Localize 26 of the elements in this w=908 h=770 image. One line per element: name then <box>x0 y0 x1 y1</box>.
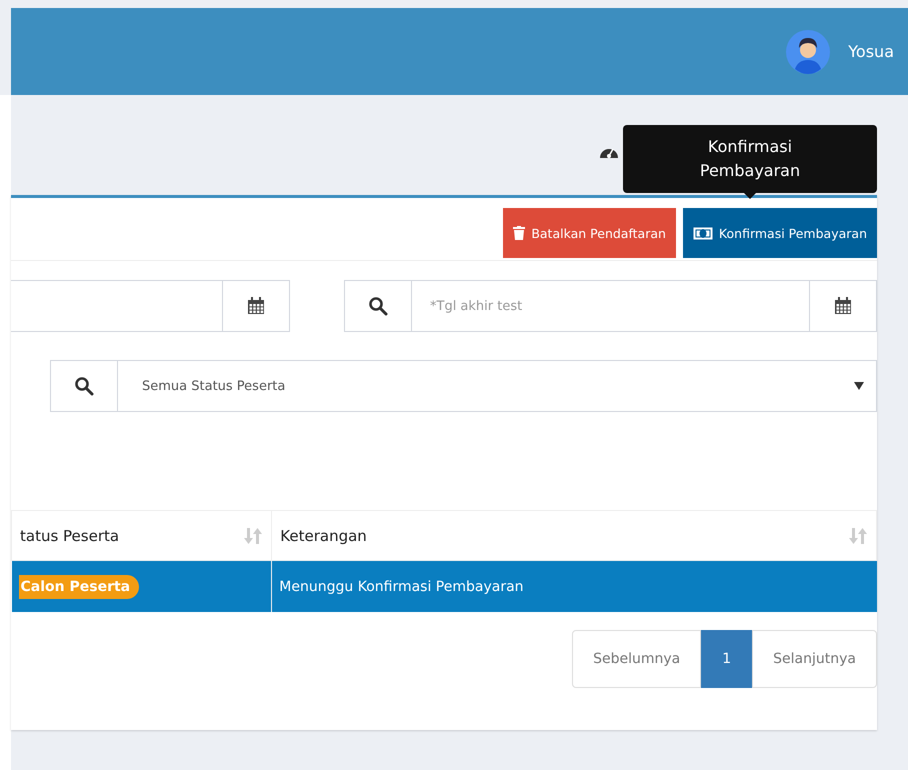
calendar-icon <box>247 297 265 315</box>
table-row[interactable]: Calon Peserta Menunggu Konfirmasi Pembayaran <box>12 560 876 612</box>
status-select[interactable]: Semua Status Peserta <box>50 360 877 412</box>
column-header[interactable]: tatus Peserta <box>12 510 272 560</box>
page-button[interactable]: 1 <box>701 630 752 688</box>
next-page-button[interactable]: Selanjutnya <box>752 630 877 688</box>
banknote-icon <box>692 226 713 240</box>
calendar-icon <box>834 297 852 315</box>
sort-icon[interactable] <box>243 526 264 546</box>
table-cell: Menunggu Konfirmasi Pembayaran <box>272 560 876 612</box>
avatar-icon[interactable] <box>786 30 830 74</box>
column-header[interactable]: Keterangan <box>272 510 876 560</box>
trash-icon <box>513 226 526 240</box>
cancel-registration-button[interactable]: Batalkan Pendaftaran <box>503 208 676 258</box>
search-icon <box>368 296 388 316</box>
end-date-field[interactable]: *Tgl akhir test <box>344 280 877 332</box>
tooltip-arrow <box>744 193 756 199</box>
search-icon <box>74 376 94 396</box>
previous-page-button[interactable]: Sebelumnya <box>572 630 702 688</box>
start-date-field[interactable] <box>11 280 290 332</box>
tooltip: Konfirmasi Pembayaran <box>623 125 877 193</box>
dropdown-caret-icon <box>854 382 864 390</box>
user-name[interactable]: Yosua <box>848 42 894 61</box>
sort-icon[interactable] <box>848 526 868 546</box>
status-badge: Calon Peserta <box>18 574 140 598</box>
payment-confirmation-button[interactable]: Konfirmasi Pembayaran <box>682 208 877 258</box>
